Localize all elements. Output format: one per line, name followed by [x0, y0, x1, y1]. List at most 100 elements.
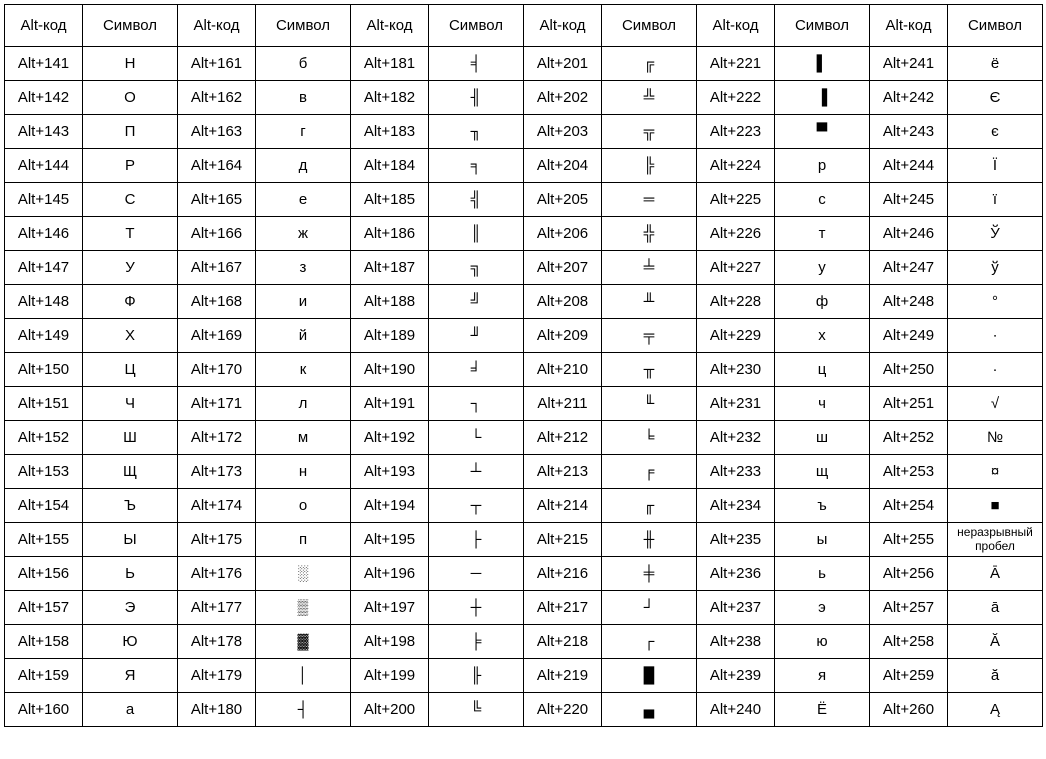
alt-code-cell: Alt+182 [351, 81, 429, 115]
symbol-cell: ┬ [429, 489, 524, 523]
alt-code-cell: Alt+152 [5, 421, 83, 455]
alt-code-cell: Alt+255 [870, 523, 948, 557]
symbol-cell: Ш [83, 421, 178, 455]
symbol-cell: ■ [948, 489, 1043, 523]
symbol-cell: Ї [948, 149, 1043, 183]
alt-code-cell: Alt+195 [351, 523, 429, 557]
alt-code-cell: Alt+260 [870, 693, 948, 727]
symbol-cell: │ [256, 659, 351, 693]
symbol-cell: ═ [602, 183, 697, 217]
alt-code-cell: Alt+146 [5, 217, 83, 251]
alt-code-cell: Alt+204 [524, 149, 602, 183]
table-header-row: Alt-код Символ Alt-код Символ Alt-код Си… [5, 5, 1043, 47]
symbol-cell: С [83, 183, 178, 217]
alt-code-cell: Alt+183 [351, 115, 429, 149]
alt-code-cell: Alt+145 [5, 183, 83, 217]
symbol-cell: Ц [83, 353, 178, 387]
symbol-cell: Х [83, 319, 178, 353]
symbol-cell: ╒ [602, 455, 697, 489]
symbol-cell: ╔ [602, 47, 697, 81]
alt-code-cell: Alt+244 [870, 149, 948, 183]
alt-code-cell: Alt+163 [178, 115, 256, 149]
symbol-cell: Ю [83, 625, 178, 659]
alt-code-cell: Alt+141 [5, 47, 83, 81]
symbol-cell: Э [83, 591, 178, 625]
alt-code-cell: Alt+165 [178, 183, 256, 217]
table-row: Alt+143ПAlt+163гAlt+183╖Alt+203╦Alt+223▀… [5, 115, 1043, 149]
symbol-cell: ╨ [602, 285, 697, 319]
table-row: Alt+142ОAlt+162вAlt+182╢Alt+202╩Alt+222▐… [5, 81, 1043, 115]
alt-code-cell: Alt+206 [524, 217, 602, 251]
symbol-cell: Н [83, 47, 178, 81]
symbol-cell: з [256, 251, 351, 285]
header-symbol: Символ [602, 5, 697, 47]
symbol-cell: ш [775, 421, 870, 455]
symbol-cell: ┐ [429, 387, 524, 421]
alt-code-cell: Alt+222 [697, 81, 775, 115]
symbol-cell: ї [948, 183, 1043, 217]
alt-code-cell: Alt+181 [351, 47, 429, 81]
header-code: Alt-код [697, 5, 775, 47]
symbol-cell: ─ [429, 557, 524, 591]
alt-code-cell: Alt+192 [351, 421, 429, 455]
table-row: Alt+146ТAlt+166жAlt+186║Alt+206╬Alt+226т… [5, 217, 1043, 251]
table-row: Alt+152ШAlt+172мAlt+192└Alt+212╘Alt+232ш… [5, 421, 1043, 455]
table-row: Alt+159ЯAlt+179│Alt+199╟Alt+219█Alt+239я… [5, 659, 1043, 693]
alt-code-cell: Alt+230 [697, 353, 775, 387]
alt-code-cell: Alt+160 [5, 693, 83, 727]
symbol-cell: ╢ [429, 81, 524, 115]
symbol-cell: Ă [948, 625, 1043, 659]
symbol-cell: ╞ [429, 625, 524, 659]
symbol-cell: н [256, 455, 351, 489]
alt-code-cell: Alt+216 [524, 557, 602, 591]
symbol-cell: ▓ [256, 625, 351, 659]
alt-code-cell: Alt+209 [524, 319, 602, 353]
symbol-cell: Ъ [83, 489, 178, 523]
symbol-cell: ┌ [602, 625, 697, 659]
alt-code-cell: Alt+143 [5, 115, 83, 149]
symbol-cell: ░ [256, 557, 351, 591]
header-code: Alt-код [178, 5, 256, 47]
alt-code-cell: Alt+224 [697, 149, 775, 183]
symbol-cell: ╫ [602, 523, 697, 557]
symbol-cell: х [775, 319, 870, 353]
symbol-cell: ч [775, 387, 870, 421]
alt-code-cell: Alt+247 [870, 251, 948, 285]
symbol-cell: м [256, 421, 351, 455]
alt-code-cell: Alt+220 [524, 693, 602, 727]
symbol-cell: ╣ [429, 183, 524, 217]
symbol-cell: ▄ [602, 693, 697, 727]
alt-code-cell: Alt+241 [870, 47, 948, 81]
alt-code-cell: Alt+156 [5, 557, 83, 591]
symbol-cell: Ā [948, 557, 1043, 591]
alt-code-cell: Alt+223 [697, 115, 775, 149]
alt-code-cell: Alt+239 [697, 659, 775, 693]
alt-code-cell: Alt+151 [5, 387, 83, 421]
symbol-cell: ╧ [602, 251, 697, 285]
symbol-cell: и [256, 285, 351, 319]
symbol-cell: ° [948, 285, 1043, 319]
symbol-cell: ы [775, 523, 870, 557]
alt-code-cell: Alt+257 [870, 591, 948, 625]
symbol-cell: ╩ [602, 81, 697, 115]
alt-code-cell: Alt+158 [5, 625, 83, 659]
table-row: Alt+157ЭAlt+177▒Alt+197┼Alt+217┘Alt+237э… [5, 591, 1043, 625]
alt-code-cell: Alt+178 [178, 625, 256, 659]
table-row: Alt+153ЩAlt+173нAlt+193┴Alt+213╒Alt+233щ… [5, 455, 1043, 489]
alt-code-cell: Alt+149 [5, 319, 83, 353]
symbol-cell: д [256, 149, 351, 183]
alt-code-cell: Alt+226 [697, 217, 775, 251]
symbol-cell: о [256, 489, 351, 523]
alt-code-cell: Alt+157 [5, 591, 83, 625]
table-row: Alt+147УAlt+167зAlt+187╗Alt+207╧Alt+227у… [5, 251, 1043, 285]
alt-code-cell: Alt+218 [524, 625, 602, 659]
symbol-cell: ь [775, 557, 870, 591]
symbol-cell: О [83, 81, 178, 115]
header-symbol: Символ [948, 5, 1043, 47]
symbol-cell: √ [948, 387, 1043, 421]
symbol-cell: ╝ [429, 285, 524, 319]
symbol-cell: Ф [83, 285, 178, 319]
alt-code-cell: Alt+197 [351, 591, 429, 625]
symbol-cell: к [256, 353, 351, 387]
symbol-cell: ▀ [775, 115, 870, 149]
